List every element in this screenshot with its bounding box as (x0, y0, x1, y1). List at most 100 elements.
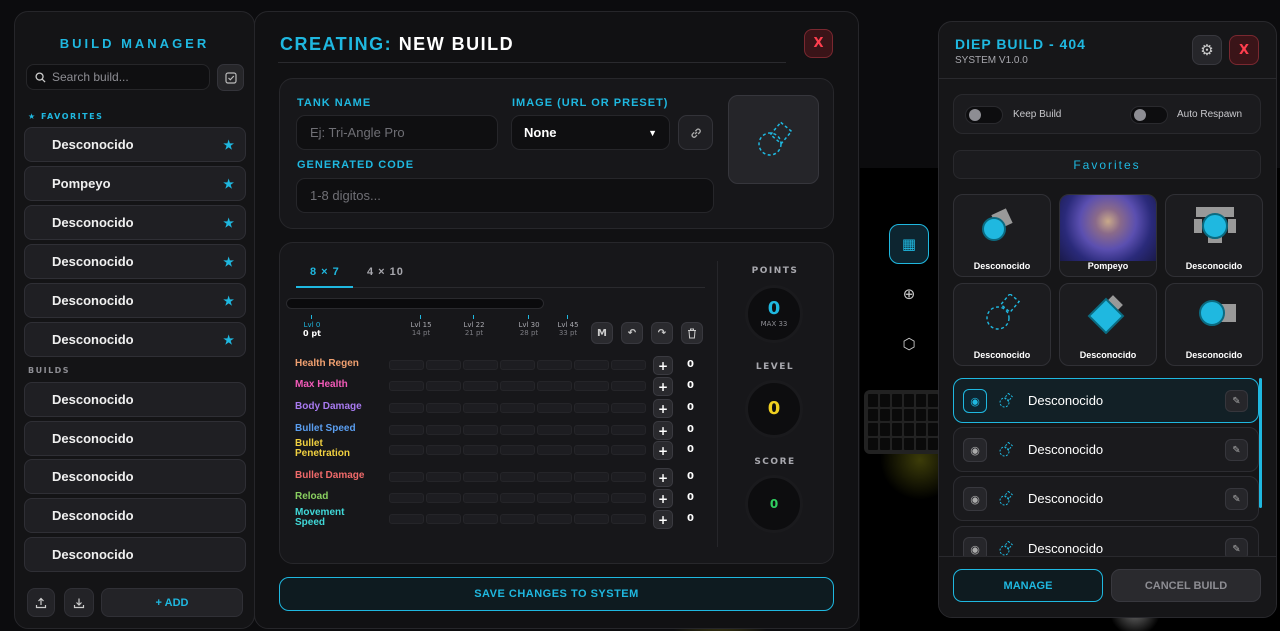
save-button[interactable]: SAVE CHANGES TO SYSTEM (279, 577, 834, 611)
favorite-build-item[interactable]: Desconocido ★ (24, 244, 246, 279)
favorite-tile[interactable]: Desconocido (1165, 194, 1263, 277)
build-row[interactable]: ◉ Desconocido ✎ (953, 378, 1259, 423)
redo-button[interactable]: ↷ (651, 322, 673, 344)
build-name: Desconocido (52, 547, 134, 562)
stat-segment (463, 445, 498, 455)
stat-bar (389, 381, 646, 391)
favorite-tile[interactable]: Desconocido (1059, 283, 1157, 366)
delete-button[interactable] (681, 322, 703, 344)
stat-plus-button[interactable]: + (653, 421, 673, 440)
points-value: 0 (767, 298, 781, 319)
image-select[interactable]: None ▼ (511, 115, 670, 150)
favorite-build-item[interactable]: Desconocido ★ (24, 322, 246, 357)
build-item[interactable]: Desconocido (24, 459, 246, 494)
eye-button[interactable]: ◉ (963, 438, 987, 462)
keypad-cell (880, 394, 890, 407)
eye-button[interactable]: ◉ (963, 389, 987, 413)
keypad-cell (928, 394, 938, 407)
build-item[interactable]: Desconocido (24, 537, 246, 572)
cube-icon[interactable]: ⬡ (889, 324, 929, 364)
stat-bar (389, 425, 646, 435)
stat-segment (537, 381, 572, 391)
stat-plus-button[interactable]: + (653, 399, 673, 418)
search-input[interactable]: Search build... (26, 64, 210, 90)
build-row[interactable]: ◉ Desconocido ✎ (953, 476, 1259, 521)
stat-plus-button[interactable]: + (653, 489, 673, 508)
stat-plus-button[interactable]: + (653, 356, 673, 375)
build-name: Desconocido (52, 215, 134, 230)
close-button[interactable]: X (804, 29, 833, 58)
star-icon[interactable]: ★ (223, 294, 234, 308)
tab-4x10[interactable]: 4 × 10 (367, 266, 404, 278)
stat-plus-button[interactable]: + (653, 377, 673, 396)
tile-name: Desconocido (973, 350, 1031, 360)
settings-button[interactable]: ⚙ (1192, 35, 1222, 65)
build-item[interactable]: Desconocido (24, 421, 246, 456)
keep-build-toggle[interactable] (965, 106, 1003, 124)
grid-view-icon[interactable]: ▦ (889, 224, 929, 264)
stat-segment (389, 425, 424, 435)
generated-code-input[interactable]: 1-8 digitos... (296, 178, 714, 213)
builds-section-label: BUILDS (28, 366, 71, 375)
favorite-build-item[interactable]: Desconocido ★ (24, 283, 246, 318)
star-icon[interactable]: ★ (223, 216, 234, 230)
edit-button[interactable]: ✎ (1225, 439, 1248, 461)
star-icon[interactable]: ★ (223, 333, 234, 347)
link-button[interactable] (678, 115, 713, 150)
edit-button[interactable]: ✎ (1225, 390, 1248, 412)
row-name: Desconocido (1028, 393, 1104, 408)
cancel-build-button[interactable]: CANCEL BUILD (1111, 569, 1261, 602)
stat-plus-button[interactable]: + (653, 468, 673, 487)
target-icon[interactable]: ⊕ (889, 274, 929, 314)
star-icon[interactable]: ★ (223, 138, 234, 152)
eye-icon: ◉ (970, 443, 980, 457)
star-icon[interactable]: ★ (223, 177, 234, 191)
download-button[interactable] (64, 588, 94, 617)
build-row[interactable]: ◉ Desconocido ✎ (953, 427, 1259, 472)
sidebar-title: BUILD MANAGER (59, 36, 210, 51)
stat-plus-button[interactable]: + (653, 510, 673, 529)
eye-button[interactable]: ◉ (963, 487, 987, 511)
upload-button[interactable] (27, 588, 55, 617)
panel-close-button[interactable]: X (1229, 35, 1259, 65)
active-tab-indicator (296, 286, 353, 288)
level-marker: Lvl 00 pt (297, 321, 327, 338)
favorite-tile[interactable]: Pompeyo (1059, 194, 1157, 277)
level-points: 33 pt (558, 329, 578, 337)
stat-bar (389, 360, 646, 370)
tank-name-input[interactable]: Ej: Tri-Angle Pro (296, 115, 498, 150)
stat-plus-button[interactable]: + (653, 441, 673, 460)
toggles-card: Keep Build Auto Respawn (953, 94, 1261, 134)
tab-8x7[interactable]: 8 × 7 (310, 266, 340, 278)
level-points: 28 pt (519, 329, 539, 337)
favorite-build-item[interactable]: Pompeyo ★ (24, 166, 246, 201)
keypad-cell (928, 437, 938, 450)
favorite-build-item[interactable]: Desconocido ★ (24, 127, 246, 162)
level-ring: 0 (745, 380, 803, 438)
favorite-tile[interactable]: Desconocido (953, 283, 1051, 366)
edit-button[interactable]: ✎ (1225, 488, 1248, 510)
stat-segment (426, 445, 461, 455)
stat-value: 0 (687, 513, 694, 524)
tank-mini-icon (998, 441, 1014, 462)
scrollbar[interactable] (1259, 378, 1262, 508)
select-mode-button[interactable] (217, 64, 244, 91)
favorite-tile[interactable]: Desconocido (953, 194, 1051, 277)
star-icon[interactable]: ★ (223, 255, 234, 269)
max-button[interactable]: M (591, 322, 613, 344)
favorite-build-item[interactable]: Desconocido ★ (24, 205, 246, 240)
edit-icon: ✎ (1232, 395, 1241, 407)
build-item[interactable]: Desconocido (24, 382, 246, 417)
build-item[interactable]: Desconocido (24, 498, 246, 533)
auto-respawn-toggle[interactable] (1130, 106, 1168, 124)
stat-segment (537, 360, 572, 370)
favorite-tile[interactable]: Desconocido (1165, 283, 1263, 366)
stat-name: Bullet Speed (295, 423, 356, 434)
undo-button[interactable]: ↶ (621, 322, 643, 344)
add-build-button[interactable]: + ADD (101, 588, 243, 617)
level-tick (567, 315, 568, 319)
stat-segment (426, 472, 461, 482)
manage-button[interactable]: MANAGE (953, 569, 1103, 602)
title-divider (278, 62, 786, 63)
keep-build-label: Keep Build (1013, 109, 1062, 120)
